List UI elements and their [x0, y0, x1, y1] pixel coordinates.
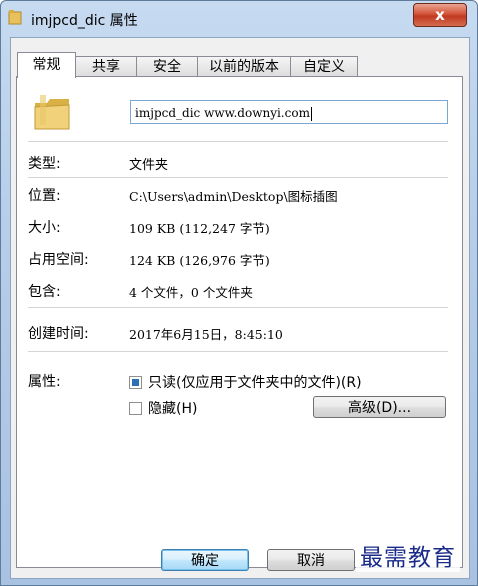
- tab-sharing[interactable]: 共享: [75, 56, 137, 77]
- text-caret: [310, 106, 312, 121]
- general-panel: imjpcd_dic www.downyi.com 类型: 文件夹 位置: C:…: [16, 76, 463, 568]
- dialog-client-area: 常规 共享 安全 以前的版本 自定义 imjpcd_dic www.downyi…: [10, 37, 470, 579]
- tab-security[interactable]: 安全: [136, 56, 198, 77]
- tab-customize[interactable]: 自定义: [290, 56, 358, 77]
- hidden-checkbox[interactable]: [129, 402, 142, 415]
- folder-icon-large: [34, 95, 70, 130]
- size-value: 109 KB (112,247 字节): [129, 221, 270, 236]
- created-value: 2017年6月15日，8:45:10: [129, 327, 283, 342]
- close-button[interactable]: x: [413, 3, 467, 27]
- size-on-disk-value: 124 KB (126,976 字节): [129, 253, 270, 268]
- divider: [28, 351, 448, 352]
- attributes-label: 属性:: [28, 374, 61, 390]
- title-bar[interactable]: imjpcd_dic 属性 x: [1, 1, 477, 35]
- folder-name-text: imjpcd_dic www.downyi.com: [135, 106, 310, 120]
- size-on-disk-label: 占用空间:: [28, 252, 89, 268]
- contains-label: 包含:: [28, 284, 61, 300]
- type-label: 类型:: [28, 156, 61, 172]
- location-label: 位置:: [28, 188, 61, 204]
- type-value: 文件夹: [129, 158, 169, 173]
- divider: [28, 177, 448, 178]
- tab-general[interactable]: 常规: [17, 52, 76, 78]
- location-value: C:\Users\admin\Desktop\图标插图: [129, 189, 338, 204]
- properties-window: imjpcd_dic 属性 x 常规 共享 安全 以前的版本 自定义 imjpc…: [0, 0, 478, 586]
- cancel-button[interactable]: 取消: [267, 549, 355, 571]
- advanced-button[interactable]: 高级(D)...: [313, 396, 446, 418]
- divider: [28, 307, 448, 308]
- window-title: imjpcd_dic 属性: [31, 13, 138, 29]
- size-label: 大小:: [28, 220, 61, 236]
- created-label: 创建时间:: [28, 326, 89, 342]
- tab-previous-versions[interactable]: 以前的版本: [197, 56, 291, 77]
- folder-icon: [8, 10, 22, 25]
- readonly-label[interactable]: 只读(仅应用于文件夹中的文件)(R): [148, 372, 362, 392]
- watermark-text: 最需教育: [356, 538, 460, 572]
- readonly-checkbox[interactable]: [129, 376, 142, 389]
- ok-button[interactable]: 确定: [161, 549, 249, 571]
- hidden-label[interactable]: 隐藏(H): [148, 398, 197, 418]
- close-icon: x: [435, 6, 445, 24]
- divider: [28, 141, 448, 142]
- contains-value: 4 个文件，0 个文件夹: [129, 285, 253, 300]
- folder-name-input[interactable]: imjpcd_dic www.downyi.com: [130, 100, 448, 124]
